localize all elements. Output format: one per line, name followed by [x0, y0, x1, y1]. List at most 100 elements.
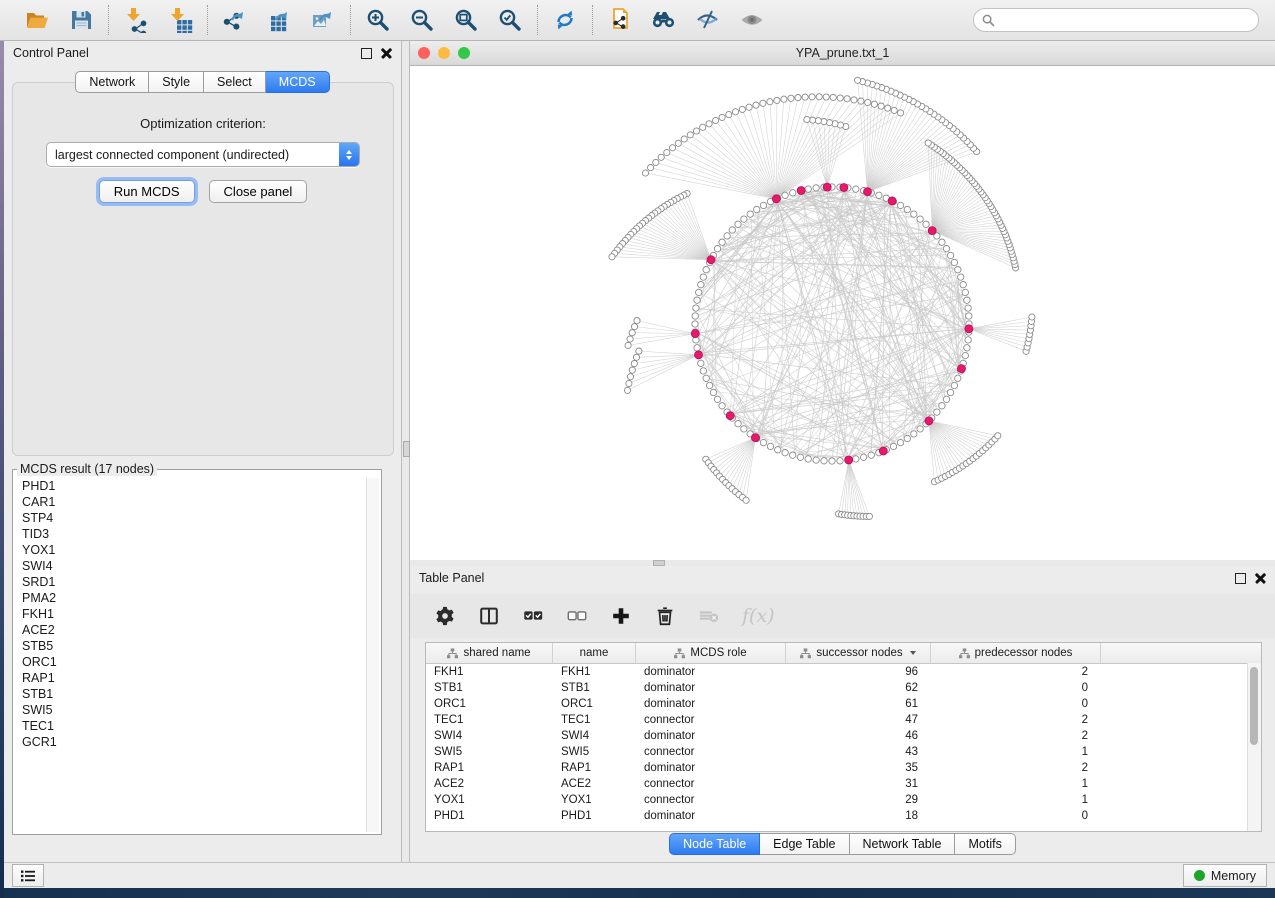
- table-cell: TEC1: [553, 714, 636, 726]
- table-mode-gear-icon[interactable]: [434, 605, 456, 627]
- zoom-out-icon[interactable]: [408, 6, 436, 34]
- float-panel-icon[interactable]: [1235, 573, 1246, 584]
- mcds-result-item[interactable]: YOX1: [15, 542, 367, 558]
- task-history-button[interactable]: [12, 864, 44, 887]
- table-row[interactable]: YOX1YOX1connector291: [426, 792, 1261, 808]
- table-cell: 47: [786, 714, 931, 726]
- close-window-icon[interactable]: [418, 47, 430, 59]
- share-network-document-icon[interactable]: [606, 6, 634, 34]
- table-cell: 2: [931, 714, 1101, 726]
- table-row[interactable]: ACE2ACE2connector311: [426, 776, 1261, 792]
- delete-columns-icon[interactable]: [654, 605, 676, 627]
- apply-preferred-layout-icon[interactable]: [551, 6, 579, 34]
- table-row[interactable]: TEC1TEC1connector472: [426, 712, 1261, 728]
- mcds-result-item[interactable]: SRD1: [15, 574, 367, 590]
- tab-network[interactable]: Network: [75, 71, 149, 93]
- table-row[interactable]: STB1STB1dominator620: [426, 680, 1261, 696]
- table-row[interactable]: SWI5SWI5connector431: [426, 744, 1261, 760]
- zoom-fit-icon[interactable]: [452, 6, 480, 34]
- mcds-result-item[interactable]: PMA2: [15, 590, 367, 606]
- tab-node-table[interactable]: Node Table: [669, 833, 760, 855]
- table-cell: dominator: [636, 698, 786, 710]
- run-mcds-button[interactable]: Run MCDS: [99, 180, 195, 203]
- close-panel-button[interactable]: Close panel: [209, 180, 308, 203]
- table-scrollbar[interactable]: [1247, 663, 1261, 831]
- mcds-result-item[interactable]: CAR1: [15, 494, 367, 510]
- export-table-icon[interactable]: [265, 6, 293, 34]
- column-header-successor-nodes[interactable]: successor nodes: [786, 643, 931, 663]
- mcds-result-item[interactable]: TID3: [15, 526, 367, 542]
- vertical-splitter[interactable]: [401, 41, 410, 862]
- table-cell: dominator: [636, 810, 786, 822]
- search-field[interactable]: [973, 8, 1259, 32]
- column-header-shared-name[interactable]: shared name: [426, 643, 553, 663]
- table-cell: 62: [786, 682, 931, 694]
- mcds-result-item[interactable]: SWI5: [15, 702, 367, 718]
- shared-column-icon: [800, 648, 811, 659]
- import-network-icon[interactable]: [122, 6, 150, 34]
- table-cell: 2: [931, 666, 1101, 678]
- table-row[interactable]: ORC1ORC1dominator610: [426, 696, 1261, 712]
- table-row[interactable]: SWI4SWI4dominator462: [426, 728, 1261, 744]
- table-row[interactable]: PHD1PHD1dominator180: [426, 808, 1261, 824]
- mcds-result-item[interactable]: STB1: [15, 686, 367, 702]
- mcds-result-item[interactable]: RAP1: [15, 670, 367, 686]
- splitter-grip[interactable]: [403, 441, 410, 457]
- export-network-icon[interactable]: [221, 6, 249, 34]
- memory-button[interactable]: Memory: [1183, 864, 1267, 887]
- mcds-result-item[interactable]: TEC1: [15, 718, 367, 734]
- network-view-canvas[interactable]: [410, 66, 1275, 561]
- tab-motifs[interactable]: Motifs: [955, 833, 1015, 855]
- mcds-result-item[interactable]: SWI4: [15, 558, 367, 574]
- table-row[interactable]: FKH1FKH1dominator962: [426, 664, 1261, 680]
- network-graph[interactable]: [410, 66, 1275, 561]
- tab-style[interactable]: Style: [149, 71, 204, 93]
- table-panel-title: Table Panel: [419, 571, 484, 585]
- float-panel-icon[interactable]: [361, 48, 372, 59]
- mcds-result-box: MCDS result (17 nodes) PHD1CAR1STP4TID3Y…: [12, 462, 382, 835]
- minimize-window-icon[interactable]: [438, 47, 450, 59]
- close-panel-icon[interactable]: [381, 48, 392, 59]
- zoom-in-icon[interactable]: [364, 6, 392, 34]
- table-cell: 2: [931, 762, 1101, 774]
- mcds-result-item[interactable]: FKH1: [15, 606, 367, 622]
- column-header-name[interactable]: name: [553, 643, 636, 663]
- mcds-result-item[interactable]: STP4: [15, 510, 367, 526]
- tab-mcds[interactable]: MCDS: [266, 71, 330, 93]
- tab-edge-table[interactable]: Edge Table: [760, 833, 849, 855]
- mcds-result-item[interactable]: ACE2: [15, 622, 367, 638]
- column-label: name: [580, 647, 609, 659]
- deselect-all-rows-icon[interactable]: [566, 605, 588, 627]
- export-image-icon[interactable]: [309, 6, 337, 34]
- show-all-icon[interactable]: [738, 6, 766, 34]
- open-file-icon[interactable]: [23, 6, 51, 34]
- hide-selected-icon[interactable]: [694, 6, 722, 34]
- show-hide-columns-icon[interactable]: [478, 605, 500, 627]
- column-header-predecessor-nodes[interactable]: predecessor nodes: [931, 643, 1101, 663]
- criterion-dropdown[interactable]: largest connected component (undirected): [46, 142, 360, 167]
- control-panel: Control Panel NetworkStyleSelectMCDS Opt…: [4, 41, 401, 862]
- table-cell: SWI4: [426, 730, 553, 742]
- mcds-result-item[interactable]: STB5: [15, 638, 367, 654]
- import-table-icon[interactable]: [166, 6, 194, 34]
- mcds-result-item[interactable]: GCR1: [15, 734, 367, 750]
- save-session-icon[interactable]: [67, 6, 95, 34]
- mcds-list-scrollbar[interactable]: [366, 478, 379, 832]
- column-header-MCDS-role[interactable]: MCDS role: [636, 643, 786, 663]
- tab-network-table[interactable]: Network Table: [850, 833, 956, 855]
- search-network-icon[interactable]: [650, 6, 678, 34]
- select-all-rows-icon[interactable]: [522, 605, 544, 627]
- create-column-icon[interactable]: [610, 605, 632, 627]
- search-input[interactable]: [1000, 12, 1250, 28]
- mcds-result-item[interactable]: PHD1: [15, 478, 367, 494]
- mcds-result-item[interactable]: ORC1: [15, 654, 367, 670]
- table-row[interactable]: RAP1RAP1dominator352: [426, 760, 1261, 776]
- zoom-selected-icon[interactable]: [496, 6, 524, 34]
- maximize-window-icon[interactable]: [458, 47, 470, 59]
- table-cell: YOX1: [426, 794, 553, 806]
- delete-table-icon: [698, 605, 720, 627]
- network-window-titlebar[interactable]: YPA_prune.txt_1: [410, 41, 1275, 66]
- close-panel-icon[interactable]: [1255, 573, 1266, 584]
- tab-select[interactable]: Select: [204, 71, 266, 93]
- scrollbar-thumb[interactable]: [1250, 667, 1258, 745]
